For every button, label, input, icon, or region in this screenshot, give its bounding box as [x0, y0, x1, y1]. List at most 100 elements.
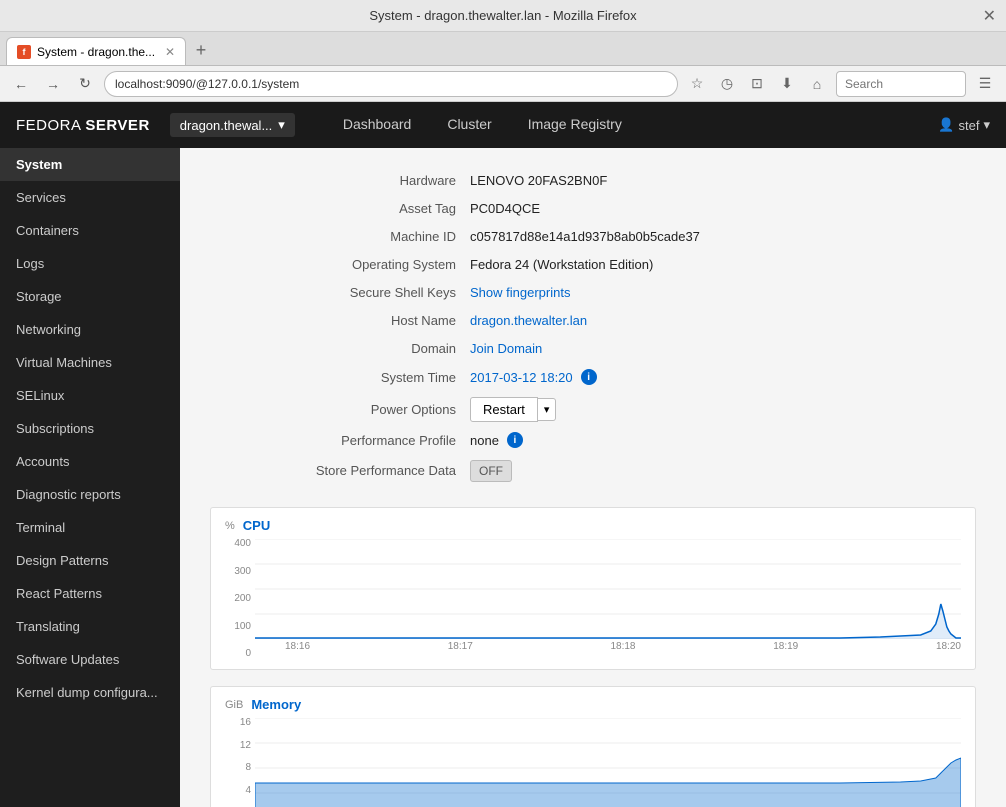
- pocket-icon[interactable]: ⊡: [744, 71, 770, 97]
- cpu-x-1817: 18:17: [448, 641, 473, 652]
- cpu-y-200: 200: [234, 594, 251, 604]
- sidebar-item-logs[interactable]: Logs: [0, 247, 180, 280]
- tab-label: System - dragon.the...: [37, 45, 155, 59]
- sidebar-item-system[interactable]: System: [0, 148, 180, 181]
- url-bar[interactable]: [104, 71, 678, 97]
- chevron-down-icon: ▾: [278, 117, 285, 133]
- hostname-row: Host Name dragon.thewalter.lan: [210, 308, 976, 336]
- user-menu[interactable]: 👤 stef ▾: [938, 117, 990, 133]
- main-layout: System Services Containers Logs Storage …: [0, 148, 1006, 807]
- sidebar-item-services[interactable]: Services: [0, 181, 180, 214]
- sidebar-item-design-patterns[interactable]: Design Patterns: [0, 544, 180, 577]
- memory-unit: GiB: [225, 699, 243, 711]
- history-icon[interactable]: ◷: [714, 71, 740, 97]
- forward-button[interactable]: →: [40, 71, 66, 97]
- memory-y-12: 12: [240, 741, 251, 751]
- sidebar: System Services Containers Logs Storage …: [0, 148, 180, 807]
- power-btn-group: Restart ▾: [470, 397, 556, 422]
- store-toggle[interactable]: OFF: [470, 460, 512, 482]
- download-icon[interactable]: ⬇: [774, 71, 800, 97]
- cpu-x-1820: 18:20: [936, 641, 961, 652]
- sidebar-item-translating[interactable]: Translating: [0, 610, 180, 643]
- new-tab-button[interactable]: +: [188, 37, 214, 63]
- sidebar-item-software-updates[interactable]: Software Updates: [0, 643, 180, 676]
- sidebar-item-networking[interactable]: Networking: [0, 313, 180, 346]
- hostname-link[interactable]: dragon.thewalter.lan: [470, 313, 587, 328]
- machine-id-row: Machine ID c057817d88e14a1d937b8ab0b5cad…: [210, 224, 976, 252]
- machine-id-value: c057817d88e14a1d937b8ab0b5cade37: [470, 229, 700, 244]
- time-info-icon[interactable]: i: [581, 369, 597, 385]
- app-brand: FEDORA SERVER: [16, 117, 150, 134]
- sidebar-item-virtual-machines[interactable]: Virtual Machines: [0, 346, 180, 379]
- power-dropdown-button[interactable]: ▾: [538, 398, 557, 421]
- perf-label: Performance Profile: [210, 433, 470, 448]
- user-name: stef: [959, 118, 980, 133]
- perf-row: Performance Profile none i: [210, 427, 976, 455]
- close-icon[interactable]: ✕: [983, 6, 996, 26]
- time-row: System Time 2017-03-12 18:20 i: [210, 364, 976, 392]
- cpu-y-100: 100: [234, 622, 251, 632]
- browser-tab[interactable]: f System - dragon.the... ✕: [6, 37, 186, 65]
- memory-chart-title-row: GiB Memory: [225, 697, 961, 712]
- tab-bar: f System - dragon.the... ✕ +: [0, 32, 1006, 66]
- perf-value: none: [470, 433, 499, 448]
- back-button[interactable]: ←: [8, 71, 34, 97]
- perf-value-row: none i: [470, 432, 523, 448]
- domain-row: Domain Join Domain: [210, 336, 976, 364]
- search-input[interactable]: [836, 71, 966, 97]
- store-label: Store Performance Data: [210, 463, 470, 478]
- bookmark-icon[interactable]: ☆: [684, 71, 710, 97]
- cpu-x-1818: 18:18: [610, 641, 635, 652]
- os-label: Operating System: [210, 257, 470, 272]
- memory-chart-wrapper: 16 12 8 4 0: [225, 718, 961, 807]
- memory-y-axis: 16 12 8 4 0: [225, 718, 255, 807]
- toolbar-icons: ☆ ◷ ⊡ ⬇ ⌂: [684, 71, 830, 97]
- sidebar-item-subscriptions[interactable]: Subscriptions: [0, 412, 180, 445]
- machine-id-label: Machine ID: [210, 229, 470, 244]
- cpu-y-0: 0: [245, 649, 251, 659]
- nav-image-registry[interactable]: Image Registry: [510, 102, 640, 149]
- browser-toolbar: ← → ↻ ☆ ◷ ⊡ ⬇ ⌂ ☰: [0, 66, 1006, 102]
- restart-button[interactable]: Restart: [470, 397, 538, 422]
- perf-info-icon[interactable]: i: [507, 432, 523, 448]
- user-icon: 👤: [938, 117, 954, 133]
- time-value-row: 2017-03-12 18:20 i: [470, 369, 597, 385]
- sidebar-item-react-patterns[interactable]: React Patterns: [0, 577, 180, 610]
- domain-label: Domain: [210, 341, 470, 356]
- sidebar-item-kernel-dump[interactable]: Kernel dump configura...: [0, 676, 180, 709]
- menu-icon[interactable]: ☰: [972, 71, 998, 97]
- hardware-value: LENOVO 20FAS2BN0F: [470, 173, 607, 188]
- domain-link[interactable]: Join Domain: [470, 341, 542, 356]
- app-nav: Dashboard Cluster Image Registry: [325, 102, 640, 149]
- sidebar-item-terminal[interactable]: Terminal: [0, 511, 180, 544]
- sidebar-item-containers[interactable]: Containers: [0, 214, 180, 247]
- sidebar-item-selinux[interactable]: SELinux: [0, 379, 180, 412]
- nav-dashboard[interactable]: Dashboard: [325, 102, 430, 149]
- cpu-y-400: 400: [234, 539, 251, 549]
- sidebar-item-accounts[interactable]: Accounts: [0, 445, 180, 478]
- store-row: Store Performance Data OFF: [210, 455, 976, 487]
- ssh-label: Secure Shell Keys: [210, 285, 470, 300]
- power-row: Power Options Restart ▾: [210, 392, 976, 427]
- tab-close-icon[interactable]: ✕: [165, 45, 175, 59]
- ssh-link[interactable]: Show fingerprints: [470, 285, 570, 300]
- browser-title: System - dragon.thewalter.lan - Mozilla …: [369, 8, 636, 23]
- nav-cluster[interactable]: Cluster: [429, 102, 509, 149]
- memory-label: Memory: [251, 697, 301, 712]
- home-icon[interactable]: ⌂: [804, 71, 830, 97]
- content-area: Hardware LENOVO 20FAS2BN0F Asset Tag PC0…: [180, 148, 1006, 807]
- power-label: Power Options: [210, 402, 470, 417]
- asset-tag-value: PC0D4QCE: [470, 201, 540, 216]
- sidebar-item-storage[interactable]: Storage: [0, 280, 180, 313]
- host-selector[interactable]: dragon.thewal... ▾: [170, 113, 295, 137]
- cpu-chart-section: % CPU 400 300 200 100 0: [210, 507, 976, 670]
- tab-favicon: f: [17, 45, 31, 59]
- asset-tag-label: Asset Tag: [210, 201, 470, 216]
- reload-button[interactable]: ↻: [72, 71, 98, 97]
- system-info-table: Hardware LENOVO 20FAS2BN0F Asset Tag PC0…: [210, 168, 976, 487]
- cpu-y-axis: 400 300 200 100 0: [225, 539, 255, 659]
- store-value: OFF: [479, 464, 503, 478]
- app-header: FEDORA SERVER dragon.thewal... ▾ Dashboa…: [0, 102, 1006, 148]
- cpu-chart-area: 18:16 18:17 18:18 18:19 18:20: [255, 539, 961, 659]
- sidebar-item-diagnostic-reports[interactable]: Diagnostic reports: [0, 478, 180, 511]
